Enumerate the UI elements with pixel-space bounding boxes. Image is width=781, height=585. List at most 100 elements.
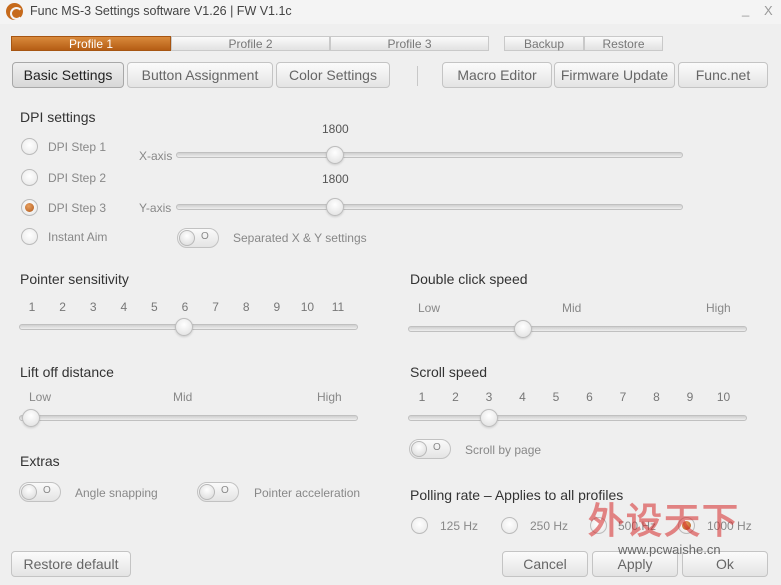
cancel-button[interactable]: Cancel (502, 551, 588, 577)
pointer-sensitivity-tick: 10 (300, 300, 315, 314)
pointer-sensitivity-tick: 3 (89, 300, 97, 314)
scroll-speed-track[interactable] (408, 415, 747, 421)
tab-color-settings[interactable]: Color Settings (276, 62, 390, 88)
polling-250-radio[interactable] (501, 517, 518, 534)
dpi-step-3-label: DPI Step 3 (48, 201, 107, 215)
pointer-acceleration-toggle[interactable]: O (197, 482, 239, 502)
x-axis-label: X-axis (139, 149, 173, 163)
scroll-speed-tick: 4 (519, 390, 526, 404)
scroll-speed-tick: 9 (686, 390, 694, 404)
x-axis-value: 1800 (322, 122, 349, 136)
toggle-knob (199, 484, 215, 500)
scroll-speed-thumb[interactable] (480, 409, 498, 427)
scroll-speed-tick: 3 (485, 390, 493, 404)
pointer-sensitivity-thumb[interactable] (175, 318, 193, 336)
lift-off-distance-track[interactable] (19, 415, 358, 421)
polling-500-radio[interactable] (590, 517, 607, 534)
toggle-knob (21, 484, 37, 500)
dpi-step-1-label: DPI Step 1 (48, 140, 107, 154)
scroll-speed-tick: 5 (552, 390, 560, 404)
lift-off-high-label: High (317, 390, 342, 404)
dpi-settings-heading: DPI settings (20, 109, 96, 125)
tab-profile-3[interactable]: Profile 3 (330, 36, 489, 51)
restore-button[interactable]: Restore (584, 36, 663, 51)
scroll-speed-heading: Scroll speed (410, 364, 488, 380)
scroll-speed-tick: 8 (653, 390, 660, 404)
y-axis-slider-thumb[interactable] (326, 198, 344, 216)
polling-500-label: 500 Hz (618, 519, 657, 533)
angle-snapping-toggle[interactable]: O (19, 482, 61, 502)
polling-250-label: 250 Hz (530, 519, 569, 533)
apply-button[interactable]: Apply (592, 551, 678, 577)
pointer-sensitivity-tick: 11 (331, 300, 345, 314)
x-axis-slider-thumb[interactable] (326, 146, 344, 164)
double-click-speed-track[interactable] (408, 326, 747, 332)
tab-profile-2[interactable]: Profile 2 (171, 36, 330, 51)
nav-divider (417, 66, 418, 86)
pointer-sensitivity-tick: 8 (242, 300, 250, 314)
tab-firmware-update[interactable]: Firmware Update (554, 62, 675, 88)
instant-aim-radio[interactable] (21, 228, 38, 245)
x-axis-slider-track[interactable] (176, 152, 683, 158)
scroll-speed-tick: 6 (586, 390, 593, 404)
pointer-sensitivity-tick: 4 (120, 300, 128, 314)
instant-aim-label: Instant Aim (48, 230, 108, 244)
angle-snapping-label: Angle snapping (75, 486, 158, 500)
pointer-acceleration-label: Pointer acceleration (254, 486, 361, 500)
pointer-sensitivity-tick: 7 (212, 300, 219, 314)
scroll-speed-tick: 7 (619, 390, 627, 404)
lift-off-distance-thumb[interactable] (22, 409, 40, 427)
tab-func-net[interactable]: Func.net (678, 62, 768, 88)
pointer-sensitivity-heading: Pointer sensitivity (20, 271, 129, 287)
toggle-off-mark: O (43, 485, 51, 496)
restore-default-button[interactable]: Restore default (11, 551, 131, 577)
polling-125-radio[interactable] (411, 517, 428, 534)
double-click-speed-heading: Double click speed (410, 271, 528, 287)
double-click-mid-label: Mid (562, 301, 582, 315)
lift-off-low-label: Low (29, 390, 52, 404)
window-title: Func MS-3 Settings software V1.26 | FW V… (30, 4, 292, 18)
y-axis-slider-track[interactable] (176, 204, 683, 210)
tab-macro-editor[interactable]: Macro Editor (442, 62, 552, 88)
pointer-sensitivity-tick: 9 (273, 300, 281, 314)
tab-button-assignment[interactable]: Button Assignment (127, 62, 273, 88)
scroll-speed-tick: 10 (716, 390, 731, 404)
func-logo-icon (6, 3, 23, 20)
lift-off-distance-heading: Lift off distance (20, 364, 114, 380)
backup-button[interactable]: Backup (504, 36, 584, 51)
scroll-speed-tick: 1 (418, 390, 426, 404)
pointer-sensitivity-tick: 6 (181, 300, 189, 314)
polling-rate-heading: Polling rate – Applies to all profiles (410, 487, 624, 503)
extras-heading: Extras (20, 453, 60, 469)
dpi-step-1-radio[interactable] (21, 138, 38, 155)
separated-xy-label: Separated X & Y settings (233, 231, 367, 245)
polling-125-label: 125 Hz (440, 519, 479, 533)
double-click-low-label: Low (418, 301, 441, 315)
close-button[interactable]: X (764, 3, 773, 18)
ok-button[interactable]: Ok (682, 551, 768, 577)
y-axis-label: Y-axis (139, 201, 172, 215)
separated-xy-toggle[interactable]: O (177, 228, 219, 248)
minimize-button[interactable]: _ (742, 2, 749, 17)
pointer-sensitivity-tick: 1 (28, 300, 36, 314)
polling-1000-label: 1000 Hz (707, 519, 752, 533)
toggle-knob (179, 230, 195, 246)
scroll-by-page-toggle[interactable]: O (409, 439, 451, 459)
polling-1000-radio[interactable] (678, 517, 695, 534)
dpi-step-2-label: DPI Step 2 (48, 171, 107, 185)
pointer-sensitivity-tick: 5 (151, 300, 158, 314)
scroll-by-page-label: Scroll by page (465, 443, 542, 457)
toggle-off-mark: O (433, 442, 441, 453)
lift-off-mid-label: Mid (173, 390, 193, 404)
toggle-knob (411, 441, 427, 457)
pointer-sensitivity-tick: 2 (59, 300, 66, 314)
dpi-step-2-radio[interactable] (21, 169, 38, 186)
double-click-high-label: High (706, 301, 731, 315)
y-axis-value: 1800 (322, 172, 349, 186)
toggle-off-mark: O (221, 485, 229, 496)
dpi-step-3-radio[interactable] (21, 199, 38, 216)
double-click-speed-thumb[interactable] (514, 320, 532, 338)
scroll-speed-tick: 2 (452, 390, 459, 404)
tab-profile-1[interactable]: Profile 1 (11, 36, 171, 51)
tab-basic-settings[interactable]: Basic Settings (12, 62, 124, 88)
